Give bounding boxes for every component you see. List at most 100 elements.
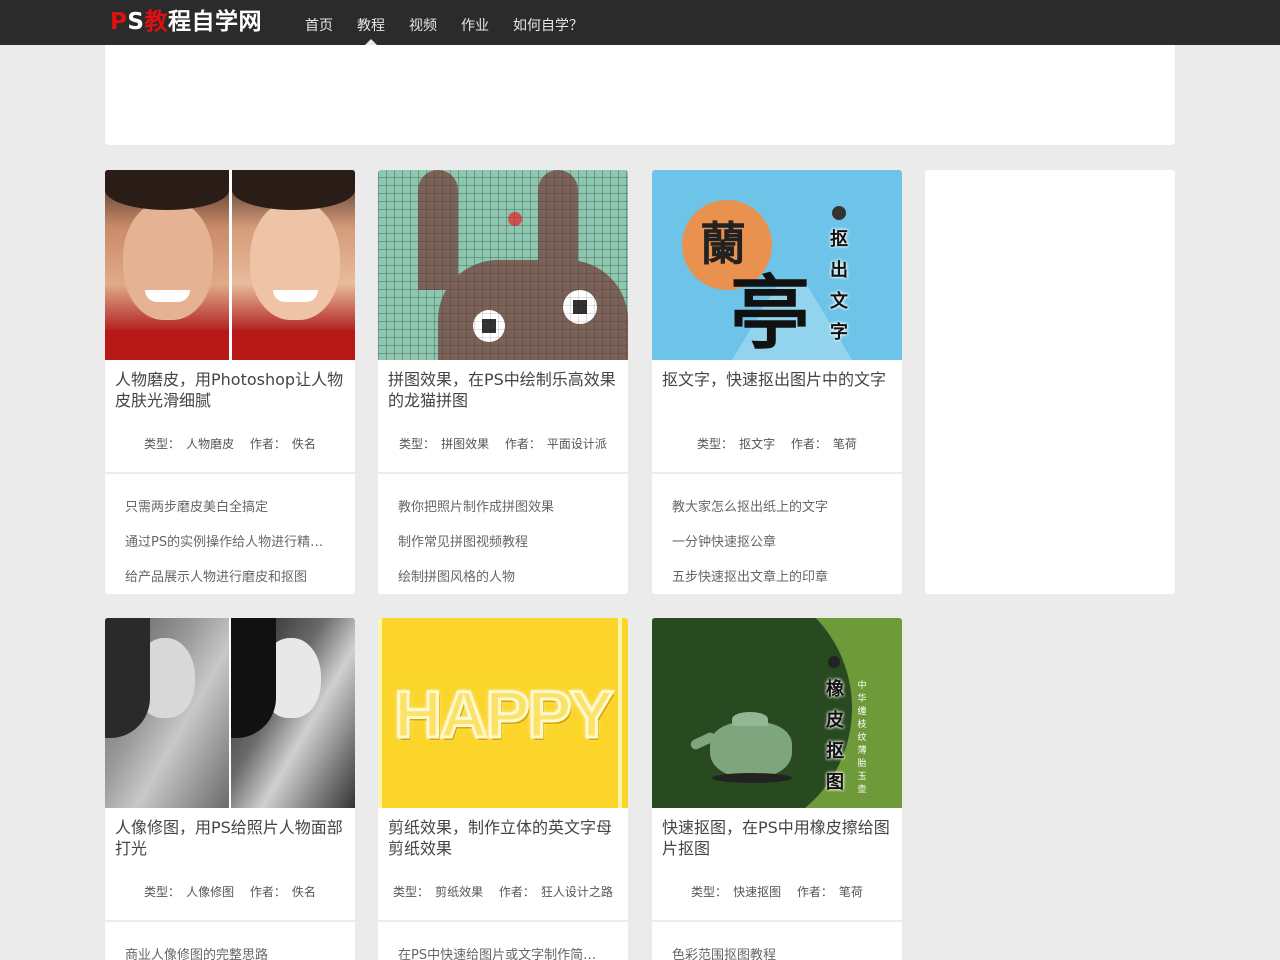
author-label: 作者： bbox=[796, 885, 833, 899]
logo-char-jiao: 教 bbox=[144, 9, 168, 35]
card-divider bbox=[378, 920, 628, 922]
tutorial-card: HAPPY 剪纸效果，制作立体的英文字母剪纸效果 类型： 剪纸效果 作者： 狂人设计… bbox=[378, 618, 628, 960]
card-title[interactable]: 抠文字，快速抠出图片中的文字 bbox=[662, 369, 894, 390]
related-link[interactable]: 五步快速抠出文章上的印章 bbox=[672, 566, 882, 594]
author-value: 狂人设计之路 bbox=[540, 885, 613, 899]
type-value[interactable]: 人像修图 bbox=[186, 885, 234, 899]
related-link[interactable]: 在PS中快速给图片或文字制作简… bbox=[398, 944, 608, 960]
thumb-small-char: 华 bbox=[857, 694, 867, 704]
related-link[interactable]: 制作常见拼图视频教程 bbox=[398, 531, 608, 566]
type-label: 类型： bbox=[144, 885, 181, 899]
type-value[interactable]: 人物磨皮 bbox=[186, 437, 234, 451]
related-link[interactable]: 一分钟快速抠公章 bbox=[672, 531, 882, 566]
card-thumbnail-extract-text[interactable]: 蘭 亭 抠 出 文 字 bbox=[652, 170, 902, 360]
related-link[interactable]: 教你把照片制作成拼图效果 bbox=[398, 496, 608, 531]
thumb-side-char: 抠 bbox=[830, 229, 848, 250]
type-label: 类型： bbox=[393, 885, 430, 899]
author-label: 作者： bbox=[498, 885, 535, 899]
tutorial-card: 橡 皮 抠 图 中 华 缠 枝 纹 薄 胎 玉 壶 快速抠图，在PS中用橡皮擦给… bbox=[652, 618, 902, 960]
nav-home[interactable]: 首页 bbox=[293, 0, 345, 45]
card-divider bbox=[105, 472, 355, 474]
card-meta: 类型： 拼图效果 作者： 平面设计派 bbox=[378, 435, 628, 452]
related-links: 教你把照片制作成拼图效果 制作常见拼图视频教程 绘制拼图风格的人物 bbox=[398, 496, 608, 594]
author-value: 平面设计派 bbox=[546, 437, 607, 451]
side-ad-area bbox=[925, 170, 1175, 594]
thumb-side-char: 抠 bbox=[826, 741, 844, 762]
card-type: 类型： 快速抠图 bbox=[688, 885, 784, 899]
related-link[interactable]: 给产品展示人物进行磨皮和抠图 bbox=[125, 566, 335, 594]
card-title[interactable]: 快速抠图，在PS中用橡皮擦给图片抠图 bbox=[662, 817, 894, 859]
tutorial-card: 人物磨皮，用Photoshop让人物皮肤光滑细腻 类型： 人物磨皮 作者： 佚名 只… bbox=[105, 170, 355, 594]
author-value: 佚名 bbox=[291, 437, 316, 451]
card-meta: 类型： 快速抠图 作者： 笔荷 bbox=[652, 883, 902, 900]
author-label: 作者： bbox=[249, 437, 286, 451]
card-divider bbox=[652, 472, 902, 474]
card-thumbnail-portrait-lighting[interactable] bbox=[105, 618, 355, 808]
card-title[interactable]: 剪纸效果，制作立体的英文字母剪纸效果 bbox=[388, 817, 620, 859]
related-link[interactable]: 教大家怎么抠出纸上的文字 bbox=[672, 496, 882, 531]
card-type: 类型： 拼图效果 bbox=[396, 437, 492, 451]
related-link[interactable]: 商业人像修图的完整思路 bbox=[125, 944, 335, 960]
author-label: 作者： bbox=[504, 437, 541, 451]
tutorial-card: 蘭 亭 抠 出 文 字 抠文字，快速抠出图片中的文字 类型： 抠文字 作者： 笔荷 … bbox=[652, 170, 902, 594]
thumb-small-char: 玉 bbox=[857, 772, 867, 782]
type-value[interactable]: 剪纸效果 bbox=[435, 885, 483, 899]
author-value: 笔荷 bbox=[832, 437, 857, 451]
top-navbar: PS教程自学网 首页 教程 视频 作业 如何自学？ bbox=[0, 0, 1280, 45]
card-author: 作者： 佚名 bbox=[247, 437, 319, 451]
card-thumbnail-paper-cut[interactable]: HAPPY bbox=[378, 618, 628, 808]
nav-how-to-learn[interactable]: 如何自学？ bbox=[501, 0, 595, 45]
card-title[interactable]: 人物磨皮，用Photoshop让人物皮肤光滑细腻 bbox=[115, 369, 347, 411]
logo-rest: 程自学网 bbox=[167, 9, 262, 35]
card-meta: 类型： 人物磨皮 作者： 佚名 bbox=[105, 435, 355, 452]
related-link[interactable]: 通过PS的实例操作给人物进行精… bbox=[125, 531, 335, 566]
related-link[interactable]: 绘制拼图风格的人物 bbox=[398, 566, 608, 594]
card-meta: 类型： 剪纸效果 作者： 狂人设计之路 bbox=[378, 883, 628, 900]
thumb-small-char: 薄 bbox=[857, 746, 867, 756]
related-links: 商业人像修图的完整思路 bbox=[125, 944, 335, 960]
thumb-small-char: 中 bbox=[857, 681, 867, 691]
thumb-side-char: 字 bbox=[830, 322, 848, 343]
card-title[interactable]: 拼图效果，在PS中绘制乐高效果的龙猫拼图 bbox=[388, 369, 620, 411]
thumb-side-char: 文 bbox=[830, 291, 848, 312]
type-value[interactable]: 快速抠图 bbox=[733, 885, 781, 899]
card-author: 作者： 笔荷 bbox=[794, 885, 866, 899]
card-title[interactable]: 人像修图，用PS给照片人物面部打光 bbox=[115, 817, 347, 859]
thumb-small-char: 胎 bbox=[857, 759, 867, 769]
related-links: 教大家怎么抠出纸上的文字 一分钟快速抠公章 五步快速抠出文章上的印章 bbox=[672, 496, 882, 594]
related-links: 只需两步磨皮美白全搞定 通过PS的实例操作给人物进行精… 给产品展示人物进行磨皮… bbox=[125, 496, 335, 594]
card-type: 类型： 人像修图 bbox=[141, 885, 237, 899]
nav-homework[interactable]: 作业 bbox=[449, 0, 501, 45]
thumb-side-char: 出 bbox=[830, 260, 848, 281]
thumb-small-char: 纹 bbox=[857, 733, 867, 743]
type-value[interactable]: 拼图效果 bbox=[441, 437, 489, 451]
thumb-side-char: 图 bbox=[826, 772, 844, 793]
thumb-small-char: 枝 bbox=[857, 720, 867, 730]
thumb-side-char: 皮 bbox=[826, 710, 844, 731]
author-label: 作者： bbox=[790, 437, 827, 451]
card-divider bbox=[105, 920, 355, 922]
card-thumbnail-puzzle[interactable] bbox=[378, 170, 628, 360]
tutorial-card: 人像修图，用PS给照片人物面部打光 类型： 人像修图 作者： 佚名 商业人像修图的完… bbox=[105, 618, 355, 960]
card-meta: 类型： 人像修图 作者： 佚名 bbox=[105, 883, 355, 900]
nav-videos[interactable]: 视频 bbox=[397, 0, 449, 45]
related-link[interactable]: 色彩范围抠图教程 bbox=[672, 944, 882, 960]
banner-ad-area bbox=[105, 45, 1175, 145]
thumb-side-char: 橡 bbox=[826, 679, 844, 700]
nav-tutorials[interactable]: 教程 bbox=[345, 0, 397, 45]
type-label: 类型： bbox=[144, 437, 181, 451]
site-logo[interactable]: PS教程自学网 bbox=[110, 7, 262, 37]
card-thumbnail-face-retouch[interactable] bbox=[105, 170, 355, 360]
thumb-circle-char: 蘭 bbox=[700, 217, 746, 271]
card-author: 作者： 平面设计派 bbox=[502, 437, 610, 451]
card-author: 作者： 佚名 bbox=[247, 885, 319, 899]
card-thumbnail-eraser-cutout[interactable]: 橡 皮 抠 图 中 华 缠 枝 纹 薄 胎 玉 壶 bbox=[652, 618, 902, 808]
card-author: 作者： 笔荷 bbox=[788, 437, 860, 451]
type-label: 类型： bbox=[691, 885, 728, 899]
related-link[interactable]: 只需两步磨皮美白全搞定 bbox=[125, 496, 335, 531]
card-author: 作者： 狂人设计之路 bbox=[496, 885, 616, 899]
related-links: 在PS中快速给图片或文字制作简… bbox=[398, 944, 608, 960]
type-value[interactable]: 抠文字 bbox=[739, 437, 775, 451]
logo-letter-s: S bbox=[127, 9, 145, 35]
author-value: 佚名 bbox=[291, 885, 316, 899]
